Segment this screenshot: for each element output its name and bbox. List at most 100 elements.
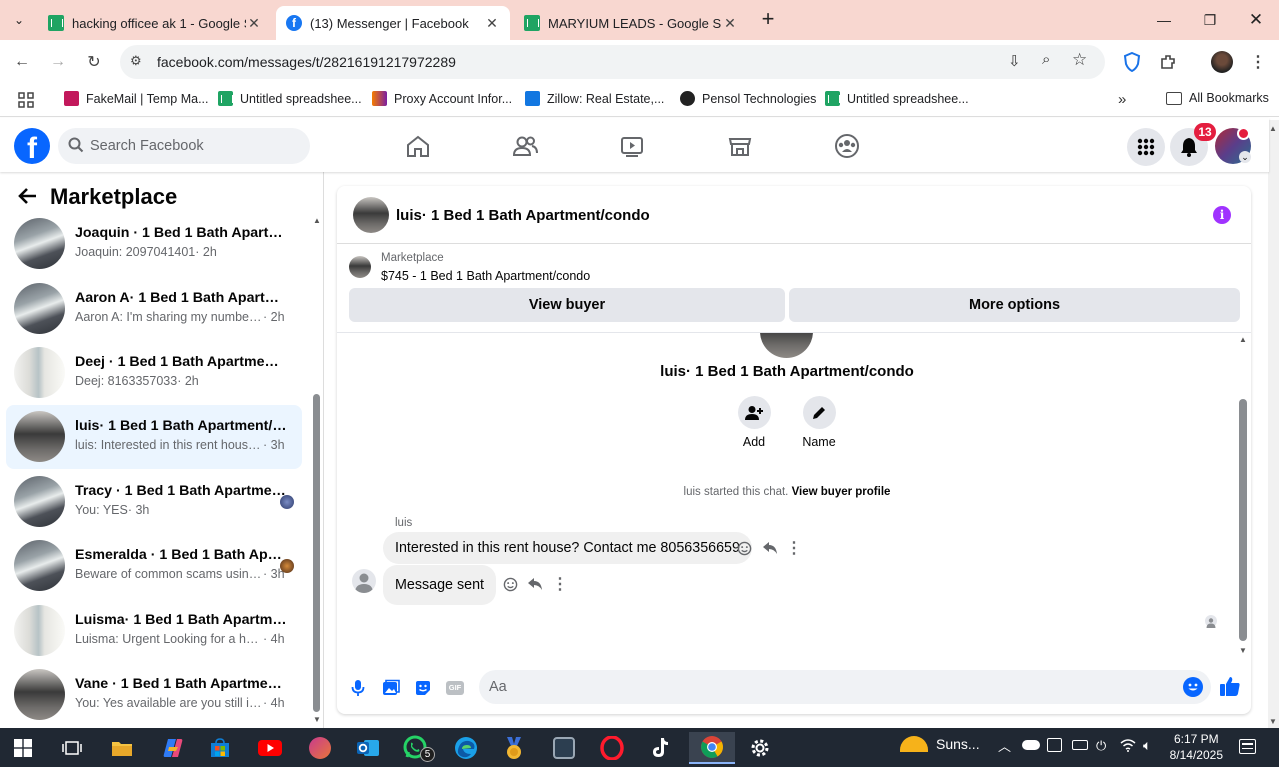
close-tab-icon[interactable]: ✕ [484, 15, 500, 32]
page-scrollbar[interactable]: ▲ ▼ [1268, 120, 1279, 728]
react-emoji-icon[interactable] [735, 539, 753, 557]
apps-grid-icon[interactable] [18, 92, 34, 113]
thread-scrollbar[interactable]: ▲ ▼ [1239, 335, 1247, 655]
reply-icon[interactable] [761, 539, 779, 557]
listing-price-title[interactable]: $745 - 1 Bed 1 Bath Apartment/condo [381, 269, 590, 283]
react-emoji-icon[interactable] [501, 575, 519, 593]
marketplace-nav-icon[interactable] [724, 130, 756, 162]
info-icon[interactable]: i [1213, 206, 1231, 224]
message-input-box[interactable] [479, 670, 1211, 704]
bookmark-untitled-spreadsheet-2[interactable]: Untitled spreadshee... [825, 91, 969, 106]
video-nav-icon[interactable] [616, 130, 648, 162]
onedrive-cloud-icon[interactable] [1022, 740, 1040, 750]
facebook-logo-icon[interactable]: f [14, 128, 50, 164]
usb-device-icon[interactable]: ⏻ [1096, 738, 1106, 754]
conversation-item[interactable]: Aaron A· 1 Bed 1 Bath Apartment/condo Aa… [6, 277, 302, 341]
copilot-icon[interactable] [153, 732, 193, 764]
bookmark-untitled-spreadsheet-1[interactable]: Untitled spreadshee... [218, 91, 362, 106]
weather-widget[interactable]: Suns... [900, 736, 980, 752]
tiktok-icon[interactable] [640, 732, 680, 764]
tab-messenger-facebook[interactable]: f (13) Messenger | Facebook ✕ [276, 6, 510, 40]
close-window-button[interactable]: ✕ [1233, 0, 1279, 40]
close-tab-icon[interactable]: ✕ [246, 15, 262, 32]
address-bar[interactable]: ⚙ facebook.com/messages/t/28216191217972… [120, 45, 1105, 79]
emoji-icon[interactable] [1183, 677, 1203, 697]
thumbs-up-icon[interactable] [1218, 674, 1242, 698]
youtube-icon[interactable] [250, 732, 290, 764]
photo-icon[interactable] [379, 676, 403, 700]
friends-nav-icon[interactable] [509, 130, 541, 162]
tab-hacking-officee[interactable]: hacking officee ak 1 - Google Sh ✕ [38, 6, 272, 40]
more-bookmarks-chevron-icon[interactable]: » [1118, 91, 1126, 108]
more-options-button[interactable]: More options [789, 288, 1240, 322]
view-buyer-button[interactable]: View buyer [349, 288, 785, 322]
battery-icon[interactable] [1072, 740, 1088, 750]
chat-title[interactable]: luis· 1 Bed 1 Bath Apartment/condo [396, 207, 650, 224]
browser-menu-icon[interactable]: ⋮ [1244, 48, 1272, 76]
account-chevron-icon[interactable]: ⌄ [1239, 151, 1251, 163]
outlook-icon[interactable] [348, 732, 388, 764]
settings-gear-icon[interactable] [740, 732, 780, 764]
facebook-search[interactable] [58, 128, 310, 164]
start-button[interactable] [3, 732, 43, 764]
edge-icon[interactable] [446, 732, 486, 764]
message-bubble-sent-notice[interactable]: Message sent [383, 565, 497, 605]
home-nav-icon[interactable] [402, 130, 434, 162]
chrome-icon[interactable] [689, 732, 735, 764]
conversation-item[interactable]: Tracy · 1 Bed 1 Bath Apartment/condo You… [6, 470, 302, 534]
bookmark-star-icon[interactable]: ☆ [1072, 50, 1087, 70]
tab-search-chevron-icon[interactable]: ⌄ [8, 10, 30, 30]
back-arrow-icon[interactable] [16, 186, 38, 211]
brave-shield-icon[interactable] [1118, 48, 1146, 76]
conversation-item[interactable]: Esmeralda · 1 Bed 1 Bath Apartment/condo… [6, 534, 302, 598]
new-tab-button[interactable]: + [756, 8, 780, 32]
name-button[interactable]: Name [784, 396, 854, 449]
notification-center-icon[interactable] [1239, 739, 1256, 754]
search-input[interactable] [90, 128, 300, 164]
extensions-icon[interactable] [1154, 48, 1182, 76]
message-input[interactable] [489, 670, 1169, 704]
reload-button[interactable]: ↻ [80, 48, 108, 76]
bookmark-proxy-account[interactable]: Proxy Account Infor... [372, 91, 512, 106]
medal-app-icon[interactable] [494, 732, 534, 764]
restore-button[interactable]: ❐ [1187, 0, 1233, 40]
sticker-icon[interactable] [411, 676, 435, 700]
conversation-item-selected[interactable]: luis· 1 Bed 1 Bath Apartment/condo luis:… [6, 405, 302, 469]
show-hidden-icons-chevron[interactable]: ︿ [998, 736, 1011, 755]
bookmark-fakemail[interactable]: FakeMail | Temp Ma... [64, 91, 209, 106]
install-app-icon[interactable]: ⇩ [1008, 52, 1021, 70]
menu-grid-button[interactable] [1127, 128, 1165, 166]
conversation-item[interactable]: Deej · 1 Bed 1 Bath Apartment/condo Deej… [6, 341, 302, 405]
tab-maryium-leads[interactable]: MARYIUM LEADS - Google Shee ✕ [514, 6, 748, 40]
app-icon[interactable] [300, 732, 340, 764]
close-tab-icon[interactable]: ✕ [722, 15, 738, 32]
profile-avatar-icon[interactable] [1208, 48, 1236, 76]
chat-avatar[interactable] [353, 197, 389, 233]
zoom-icon[interactable]: ⌕ [1042, 51, 1050, 68]
bookmark-zillow[interactable]: Zillow: Real Estate,... [525, 91, 664, 106]
view-buyer-profile-link[interactable]: View buyer profile [792, 486, 891, 498]
forward-button[interactable]: → [44, 48, 72, 76]
bookmark-pensol[interactable]: Pensol Technologies [680, 91, 816, 106]
site-info-icon[interactable]: ⚙ [130, 53, 142, 69]
opera-icon[interactable] [592, 732, 632, 764]
marketplace-listing-thumbnail[interactable] [349, 256, 371, 278]
app-window-icon[interactable] [544, 732, 584, 764]
sidebar-scrollbar[interactable]: ▲ ▼ [312, 216, 321, 724]
reply-icon[interactable] [526, 575, 544, 593]
gif-icon[interactable]: GIF [443, 676, 467, 700]
back-button[interactable]: ← [8, 48, 36, 76]
microsoft-store-icon[interactable] [200, 732, 240, 764]
volume-icon[interactable]: 🔈︎ [1143, 737, 1151, 754]
conversation-item[interactable]: Vane · 1 Bed 1 Bath Apartment/condo You:… [6, 663, 302, 727]
microphone-icon[interactable] [346, 676, 370, 700]
conversation-item[interactable]: Luisma· 1 Bed 1 Bath Apartment/condo Lui… [6, 599, 302, 663]
more-actions-icon[interactable]: ⋮ [785, 539, 803, 557]
more-actions-icon[interactable]: ⋮ [551, 575, 569, 593]
groups-nav-icon[interactable] [831, 130, 863, 162]
file-explorer-icon[interactable] [102, 732, 142, 764]
taskbar-clock[interactable]: 6:17 PM 8/14/2025 [1170, 731, 1223, 763]
message-bubble[interactable]: Interested in this rent house? Contact m… [383, 532, 752, 564]
wifi-icon[interactable] [1120, 738, 1136, 757]
conversation-item[interactable]: Joaquin · 1 Bed 1 Bath Apartment/condo J… [6, 212, 302, 276]
